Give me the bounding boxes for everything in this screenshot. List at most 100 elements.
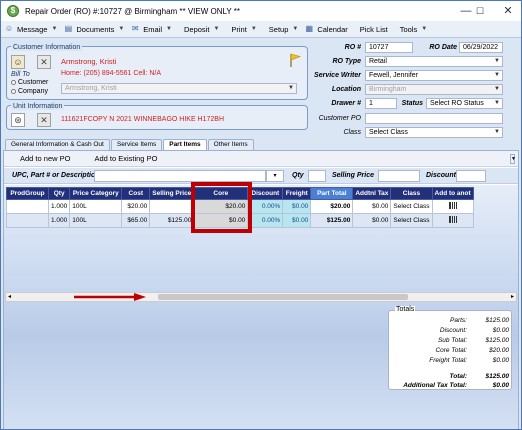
- totals-row: Core Total: $20.00: [391, 347, 509, 356]
- table-cell-qty[interactable]: 1.000: [47, 199, 71, 214]
- clear-customer-icon[interactable]: ✕: [37, 55, 51, 69]
- tab-other-items[interactable]: Other Items: [207, 139, 254, 150]
- add-to-new-po-button[interactable]: Add to new PO: [20, 154, 70, 163]
- customer-po-field[interactable]: [365, 113, 503, 124]
- menu-deposit[interactable]: Deposit ▼: [175, 21, 222, 38]
- table-cell-selling-price[interactable]: [149, 199, 195, 214]
- steering-wheel-icon[interactable]: ⊛: [11, 113, 25, 127]
- table-cell-price-category[interactable]: 100L: [69, 199, 123, 214]
- menu-label: Setup: [268, 24, 289, 34]
- column-header-price-category[interactable]: Price Category: [69, 187, 123, 200]
- flag-icon[interactable]: [289, 53, 301, 67]
- radio-company-label: Company: [18, 88, 48, 95]
- column-header-class[interactable]: Class: [390, 187, 433, 200]
- customer-name[interactable]: Armstrong, Kristi: [61, 57, 116, 66]
- add-to-existing-po-button[interactable]: Add to Existing PO: [94, 154, 157, 163]
- column-header-prodgroup[interactable]: ProdGroup: [6, 187, 49, 200]
- menu-label: Message: [17, 24, 48, 34]
- table-cell-addtnl-tax[interactable]: $0.00: [352, 213, 392, 228]
- table-cell-freight[interactable]: $0.00: [282, 213, 312, 228]
- radio-circle: [11, 88, 16, 94]
- menu-label: Pick List: [359, 24, 388, 34]
- column-header-cost[interactable]: Cost: [121, 187, 151, 200]
- column-header-addtnl-tax[interactable]: Addtnl Tax: [352, 187, 392, 200]
- location-label: Location: [331, 86, 361, 93]
- clear-unit-icon[interactable]: ✕: [37, 113, 51, 127]
- bill-to-customer-radio[interactable]: Customer: [11, 79, 48, 86]
- menu-pick-list[interactable]: Pick List: [351, 21, 391, 38]
- scroll-left-icon[interactable]: ◂: [8, 293, 11, 300]
- menu-label: Documents: [76, 24, 115, 34]
- menu-setup[interactable]: Setup ▼: [260, 21, 302, 38]
- table-cell-discount[interactable]: 0.00%: [247, 213, 284, 228]
- table-cell-qty[interactable]: 1.000: [47, 213, 71, 228]
- bill-to-company-radio[interactable]: Company: [11, 88, 48, 95]
- tab-service-items[interactable]: Service Items: [110, 139, 163, 150]
- bill-to-label: Bill To: [11, 71, 30, 78]
- column-header-freight[interactable]: Freight: [282, 187, 312, 200]
- scroll-right-icon[interactable]: ▸: [511, 293, 514, 300]
- table-cell-discount[interactable]: 0.00%: [247, 199, 284, 214]
- location-select[interactable]: Birmingham ▼: [365, 84, 503, 95]
- class-value: Select Class: [369, 129, 408, 136]
- menu-label: Print: [231, 24, 247, 34]
- table-cell-selling-price[interactable]: $125.00: [149, 213, 195, 228]
- drawer-field[interactable]: 1: [365, 98, 397, 109]
- ro-date-label: RO Date: [429, 44, 457, 51]
- table-cell-prodgroup[interactable]: [6, 199, 49, 214]
- totals-row: Discount: $0.00: [391, 327, 509, 336]
- column-header-add-to-anot[interactable]: Add to anot: [431, 187, 474, 200]
- menu-email[interactable]: ✉ Email ▼: [127, 21, 175, 38]
- add-to-another-icon[interactable]: [448, 216, 457, 223]
- selling-price-input[interactable]: [378, 170, 420, 182]
- totals-row: Total: $125.00: [391, 373, 509, 382]
- bill-to-select[interactable]: Armstrong, Kristi ▼: [61, 83, 297, 94]
- table-cell-part-total[interactable]: $125.00: [310, 213, 354, 228]
- close-button[interactable]: ✕: [497, 3, 519, 19]
- table-cell-class[interactable]: Select Class: [390, 199, 433, 214]
- discount-input[interactable]: [456, 170, 486, 182]
- title-bar: $ Repair Order (RO) #:10727 @ Birmingham…: [1, 1, 521, 21]
- upc-search-input[interactable]: [94, 170, 266, 182]
- menu-documents[interactable]: ▤ Documents ▼: [60, 21, 127, 38]
- unit-description[interactable]: 111621FCOPY N 2021 WINNEBAGO HIKE H172BH: [61, 116, 224, 123]
- maximize-button[interactable]: ☐: [469, 3, 491, 19]
- class-select[interactable]: Select Class ▼: [365, 127, 503, 138]
- panel-expand-icon[interactable]: ▼: [510, 154, 516, 164]
- column-header-part-total[interactable]: Part Total: [310, 187, 354, 200]
- tab-part-items[interactable]: Part Items: [163, 139, 207, 150]
- add-to-another-icon[interactable]: [448, 202, 457, 209]
- menu-tools[interactable]: Tools ▼: [391, 21, 430, 38]
- menu-calendar[interactable]: ▦ Calendar: [301, 21, 350, 38]
- tab-general-information-cash-out[interactable]: General Information & Cash Out: [5, 139, 110, 150]
- totals-row-label: Sub Total:: [437, 337, 467, 344]
- table-cell-cost[interactable]: $65.00: [121, 213, 151, 228]
- table-cell-class[interactable]: Select Class: [390, 213, 433, 228]
- ro-date-field[interactable]: 06/29/2022: [459, 42, 503, 53]
- scrollbar-thumb[interactable]: [158, 294, 408, 300]
- service-writer-select[interactable]: Fewell, Jennifer ▼: [365, 70, 503, 81]
- table-cell-price-category[interactable]: 100L: [69, 213, 123, 228]
- column-header-discount[interactable]: Discount: [247, 187, 284, 200]
- ro-number-field[interactable]: 10727: [365, 42, 413, 53]
- qty-input[interactable]: [308, 170, 326, 182]
- status-select[interactable]: Select RO Status ▼: [426, 98, 503, 109]
- menu-message[interactable]: ☺ Message ▼: [1, 21, 60, 38]
- ro-type-value: Retail: [369, 58, 387, 65]
- drawer-label: Drawer #: [331, 100, 361, 107]
- chevron-down-icon: ▼: [51, 26, 58, 32]
- table-cell-add-to-anot[interactable]: [431, 213, 474, 228]
- menu-print[interactable]: Print ▼: [222, 21, 259, 38]
- table-cell-addtnl-tax[interactable]: $0.00: [352, 199, 392, 214]
- table-cell-cost[interactable]: $20.00: [121, 199, 151, 214]
- ro-type-select[interactable]: Retail ▼: [365, 56, 503, 67]
- table-cell-prodgroup[interactable]: [6, 213, 49, 228]
- totals-row-value: $0.00: [492, 357, 509, 364]
- table-cell-freight[interactable]: $0.00: [282, 199, 312, 214]
- customer-person-icon[interactable]: ☺: [11, 55, 25, 69]
- search-dropdown-icon[interactable]: ▾: [266, 170, 284, 182]
- table-cell-part-total[interactable]: $20.00: [310, 199, 354, 214]
- column-header-selling-price[interactable]: Selling Price: [149, 187, 195, 200]
- table-cell-add-to-anot[interactable]: [431, 199, 474, 214]
- column-header-qty[interactable]: Qty: [47, 187, 71, 200]
